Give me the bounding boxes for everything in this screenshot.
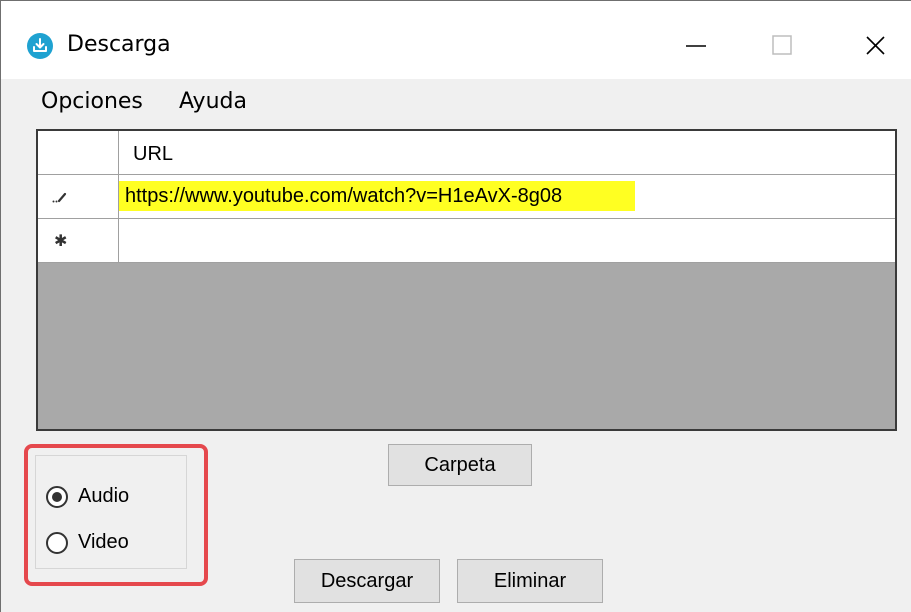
close-button[interactable] <box>841 19 901 69</box>
descargar-button[interactable]: Descargar <box>294 559 440 603</box>
row-header-new[interactable]: ✱ <box>38 219 119 263</box>
menu-ayuda[interactable]: Ayuda <box>179 89 247 114</box>
radio-audio-label[interactable]: Audio <box>78 485 129 508</box>
title-bar[interactable]: Descarga <box>1 1 911 79</box>
carpeta-button[interactable]: Carpeta <box>388 444 532 486</box>
eliminar-button[interactable]: Eliminar <box>457 559 603 603</box>
table-row[interactable] <box>38 175 895 219</box>
radio-audio-circle[interactable] <box>46 485 68 508</box>
maximize-icon <box>772 35 792 55</box>
asterisk-icon: ✱ <box>54 233 68 250</box>
window-title: Descarga <box>67 32 171 57</box>
new-url-cell[interactable] <box>119 219 895 263</box>
url-column-header[interactable]: URL <box>119 131 895 175</box>
url-grid[interactable]: URL ✱ <box>36 129 897 431</box>
close-icon <box>866 36 885 55</box>
minimize-button[interactable] <box>664 19 724 69</box>
radio-video[interactable]: Video <box>46 531 129 554</box>
url-column-label: URL <box>133 143 174 165</box>
radio-video-circle[interactable] <box>46 531 68 554</box>
maximize-button[interactable] <box>756 19 816 69</box>
grid-header-row: URL <box>38 131 895 175</box>
menu-opciones[interactable]: Opciones <box>41 89 143 114</box>
download-app-icon-graphic <box>33 38 47 52</box>
radio-audio[interactable]: Audio <box>46 485 129 508</box>
download-app-icon <box>27 33 53 59</box>
radio-video-label[interactable]: Video <box>78 531 129 554</box>
minimize-icon <box>686 45 706 47</box>
url-input[interactable] <box>119 181 635 211</box>
pencil-icon <box>52 192 67 203</box>
menu-bar: Opciones Ayuda <box>1 79 911 125</box>
descarga-window: Descarga Opciones Ayuda URL https://www.… <box>0 0 911 612</box>
row-header-editing[interactable] <box>38 175 119 219</box>
url-cell[interactable] <box>119 175 895 219</box>
grid-corner-header[interactable] <box>38 131 119 175</box>
new-row[interactable]: ✱ <box>38 219 895 263</box>
